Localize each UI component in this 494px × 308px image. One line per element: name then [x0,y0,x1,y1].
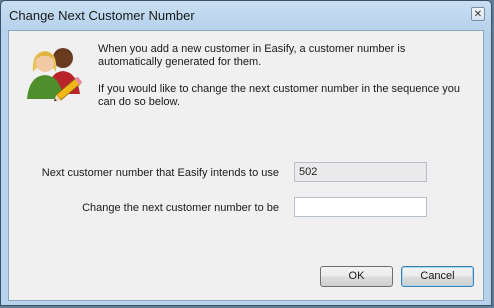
current-number-label: Next customer number that Easify intends… [41,167,279,179]
info-message-2: If you would like to change the next cus… [98,83,460,108]
info-message-1: When you add a new customer in Easify, a… [98,43,406,68]
dialog-window: Change Next Customer Number ✕ When you a… [0,0,492,306]
ok-button[interactable]: OK [320,266,393,287]
dialog-content: When you add a new customer in Easify, a… [8,30,484,301]
cancel-button[interactable]: Cancel [401,266,474,287]
close-icon: ✕ [473,9,483,20]
new-number-label: Change the next customer number to be [82,202,279,214]
close-button[interactable]: ✕ [471,7,485,21]
current-number-field: 502 [294,162,427,182]
new-number-input[interactable] [294,197,427,217]
title-bar[interactable]: Change Next Customer Number ✕ [1,1,491,30]
window-title: Change Next Customer Number [9,8,195,23]
customers-edit-icon [27,48,83,102]
